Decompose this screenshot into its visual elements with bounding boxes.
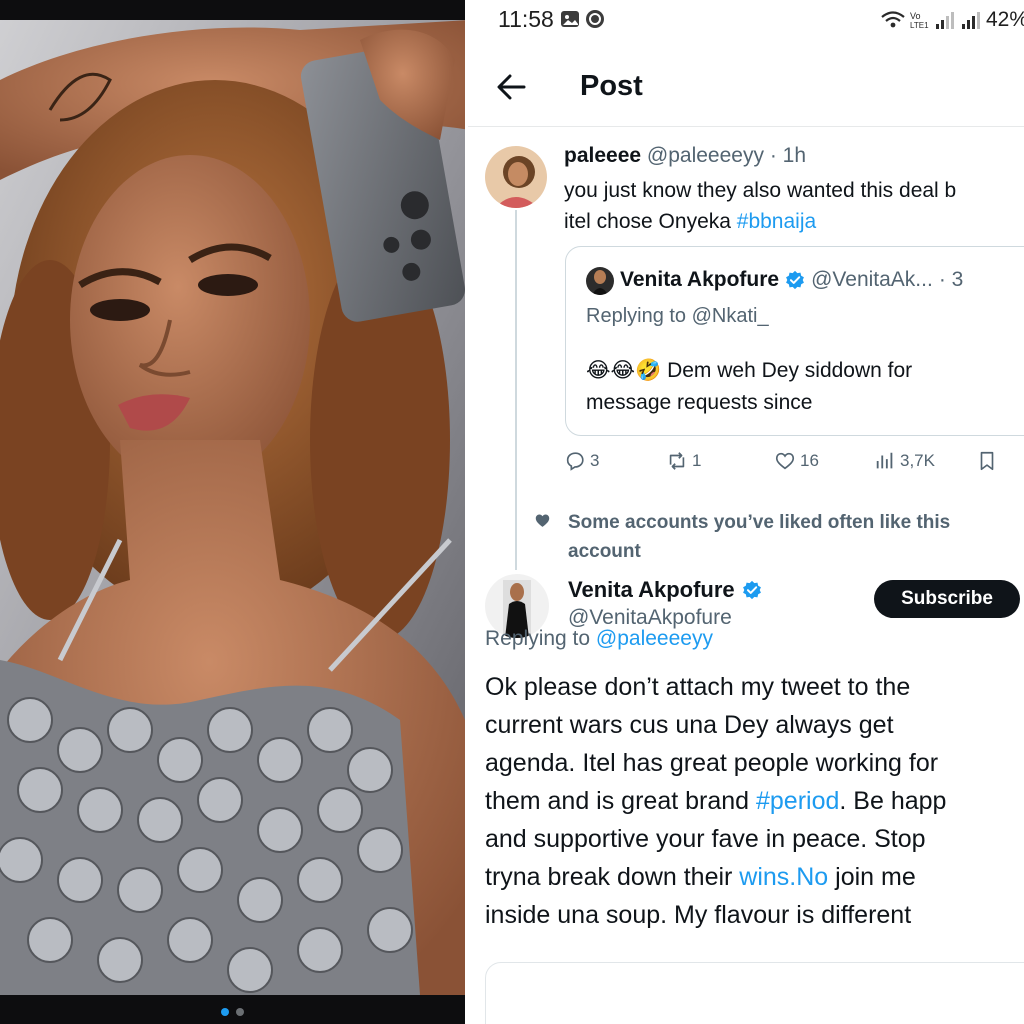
back-arrow-icon[interactable]: [494, 70, 528, 104]
wins-link[interactable]: wins.No: [739, 863, 828, 891]
hashtag-link[interactable]: #bbnaija: [737, 210, 816, 233]
app-bar: Post: [468, 60, 1024, 116]
bookmark-action[interactable]: [976, 450, 998, 472]
verified-badge-icon: [786, 270, 805, 290]
reply-author-row: Venita Akpofure: [568, 577, 762, 603]
quote-replying-to: Replying to @Nkati_: [586, 305, 769, 327]
bookmark-icon: [980, 451, 994, 471]
photo-panel: [0, 0, 465, 1024]
status-bar: 11:58 Vo LTE1 42%: [468, 0, 1024, 40]
reply-line: tryna break down their wins.No join me: [485, 858, 1024, 896]
author-handle[interactable]: @paleeeeyy: [647, 144, 764, 167]
reply-line: agenda. Itel has great people working fo…: [485, 749, 939, 777]
tweet-header: paleeee @paleeeeyy · 1h: [564, 144, 806, 168]
volte-icon: Vo LTE1: [910, 11, 929, 30]
woman-with-phone-photo: [0, 20, 465, 995]
views-chart-icon: [876, 452, 893, 469]
svg-text:Vo: Vo: [910, 11, 921, 21]
embedded-card[interactable]: [485, 962, 1024, 1024]
signal-icon: [936, 12, 954, 29]
quoted-tweet-card[interactable]: Venita Akpofure @VenitaAk... · 3 Replyin…: [565, 246, 1024, 436]
thread-line: [515, 210, 517, 570]
tweet-line-text: itel chose Onyeka: [564, 210, 737, 233]
tweet-time: · 1h: [769, 144, 806, 167]
replying-to-handle[interactable]: @paleeeeyy: [596, 627, 713, 650]
reply-line-text: join me: [828, 863, 916, 891]
tweet-screenshot: 11:58 Vo LTE1 42% Post paleeee @paleeeey…: [468, 0, 1024, 1024]
quote-author-handle: @VenitaAk...: [811, 268, 933, 291]
repost-count: 1: [692, 451, 702, 470]
tweet-line: you just know they also wanted this deal…: [564, 179, 957, 202]
status-right: Vo LTE1 42%: [880, 6, 1024, 34]
avatar-image: [485, 146, 547, 208]
verified-badge-icon: [742, 580, 761, 600]
carousel-dot-active[interactable]: [221, 1008, 229, 1016]
social-context-text: Some accounts you’ve liked often like th…: [568, 512, 951, 562]
quote-text: 😂😂🤣 Dem weh Dey siddown for message requ…: [586, 355, 1024, 419]
page-title: Post: [580, 70, 643, 102]
replying-to-label: Replying to: [485, 627, 596, 650]
reply-text: Ok please don’t attach my tweet to the c…: [485, 668, 1024, 934]
avatar-venita-small: [586, 267, 614, 295]
quote-header: Venita Akpofure @VenitaAk... · 3: [620, 268, 963, 292]
like-count: 16: [800, 451, 819, 470]
period-hashtag-link[interactable]: #period: [756, 787, 839, 815]
replying-to: Replying to @paleeeeyy: [485, 627, 713, 651]
views-action[interactable]: 3,7K: [874, 450, 935, 472]
repost-icon: [669, 452, 685, 470]
reply-line-text: them and is great brand: [485, 787, 756, 815]
avatar-image: [586, 267, 614, 295]
whatsapp-icon: [586, 10, 604, 28]
quote-author-name[interactable]: Venita Akpofure: [620, 268, 779, 292]
status-time: 11:58: [498, 6, 554, 32]
quote-line-text: Dem weh Dey siddown for: [661, 359, 913, 382]
reply-line-text: tryna break down their: [485, 863, 740, 891]
reply-line: Ok please don’t attach my tweet to the: [485, 673, 911, 701]
carousel-dots: [0, 1008, 465, 1020]
reply-line: and supportive your fave in peace. Stop: [485, 825, 926, 853]
reply-author-name[interactable]: Venita Akpofure: [568, 577, 735, 603]
heart-icon: [775, 452, 795, 470]
battery-percent: 42%: [986, 8, 1024, 31]
reply-line: current wars cus una Dey always get: [485, 711, 894, 739]
reply-count: 3: [590, 451, 600, 470]
view-count: 3,7K: [900, 451, 935, 470]
reply-icon: [566, 452, 584, 471]
header-divider: [468, 126, 1024, 127]
quote-time: · 3: [938, 268, 964, 291]
gallery-icon: [561, 11, 579, 27]
laughing-emoji-icon: 😂😂🤣: [586, 359, 662, 382]
wifi-icon: [881, 11, 905, 28]
tweet-actions: 3 1 16 3,7K: [564, 450, 1024, 480]
svg-text:LTE1: LTE1: [910, 21, 929, 30]
author-name[interactable]: paleeee: [564, 144, 641, 167]
tweet-text: you just know they also wanted this deal…: [564, 175, 1024, 237]
quote-line: message requests since: [586, 391, 813, 414]
quote-line: 😂😂🤣 Dem weh Dey siddown for: [586, 355, 1024, 387]
signal-icon-2: [962, 12, 980, 29]
avatar-paleeee[interactable]: [485, 146, 547, 208]
repost-action[interactable]: 1: [666, 450, 701, 472]
like-action[interactable]: 16: [774, 450, 819, 472]
reply-line: them and is great brand #period. Be happ: [485, 782, 1024, 820]
reply-action[interactable]: 3: [564, 450, 599, 472]
tweet-line: itel chose Onyeka #bbnaija: [564, 206, 1024, 237]
carousel-dot[interactable]: [236, 1008, 244, 1016]
reply-line-text: . Be happ: [839, 787, 947, 815]
subscribe-button[interactable]: Subscribe: [874, 580, 1020, 618]
reply-line: inside una soup. My flavour is different: [485, 901, 912, 929]
